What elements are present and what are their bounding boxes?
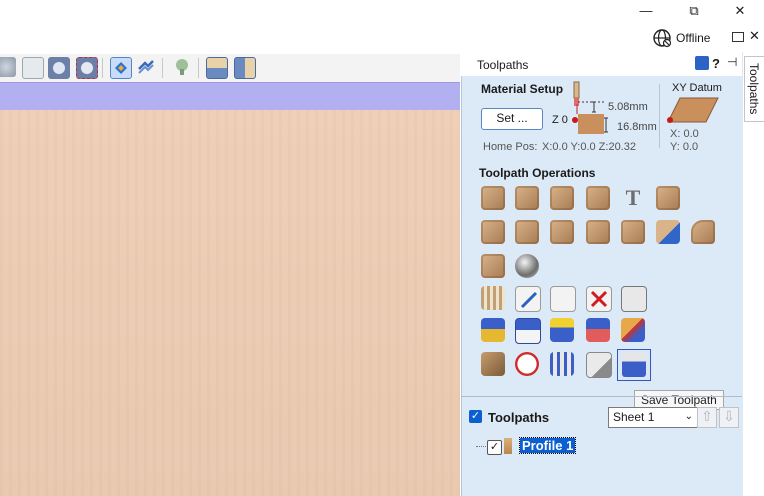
pocket-toolpath-icon[interactable] [515, 186, 539, 210]
material-divider [659, 84, 660, 148]
moulding-toolpath-icon[interactable] [586, 220, 610, 244]
template-open-icon[interactable] [481, 318, 505, 342]
material-set-button[interactable]: Set ... [481, 108, 543, 130]
toolbar-divider [198, 58, 199, 78]
panel-toggle-icon[interactable] [695, 56, 709, 70]
z-zero-label: Z 0 [552, 114, 568, 126]
close-icon: ✕ [734, 3, 746, 18]
view-tab-bar [0, 82, 460, 111]
tree-line [476, 446, 486, 447]
move-down-icon[interactable]: ⇩ [719, 407, 739, 428]
help-icon[interactable]: ? [712, 56, 720, 71]
section-divider [461, 396, 742, 397]
toolpaths-tree: ✓ Profile 1 [466, 432, 742, 496]
tool-bit-icon [504, 438, 512, 454]
tool-database-icon[interactable] [481, 286, 505, 310]
panel-title: Toolpaths [477, 58, 529, 72]
preview-toolpath-icon[interactable] [481, 352, 505, 376]
minimize-icon: — [639, 3, 653, 18]
home-pos-label: Home Pos: [483, 141, 538, 153]
pin-icon[interactable]: ⊣ [727, 55, 737, 69]
xy-datum-diagram[interactable] [666, 96, 722, 126]
pan-icon[interactable] [0, 57, 16, 77]
view-toolbar [0, 54, 460, 82]
title-bar: — ⧉ ✕ [0, 0, 764, 24]
top-thickness-label: 5.08mm [608, 101, 648, 113]
view-toolpaths-icon[interactable] [110, 57, 132, 79]
chamfer-toolpath-icon[interactable] [481, 220, 505, 244]
calculator-icon[interactable] [621, 286, 647, 312]
3d-view-icon[interactable] [234, 57, 256, 79]
save-toolpath-button[interactable] [617, 349, 651, 381]
toolpaths-list-title: Toolpaths [488, 410, 550, 425]
chevron-down-icon: ⌄ [684, 411, 693, 422]
minimize-button[interactable]: — [624, 0, 668, 22]
sheet-select-value: Sheet 1 [613, 410, 655, 424]
close-button[interactable]: ✕ [718, 0, 762, 22]
restore-icon: ⧉ [689, 3, 699, 18]
merge-toolpaths-icon[interactable] [550, 286, 576, 312]
zoom-fit-icon[interactable] [48, 57, 70, 79]
save-toolpath-icon [622, 353, 646, 377]
profile-toolpath-icon[interactable] [481, 186, 505, 210]
toolpath-summary-icon[interactable] [550, 352, 574, 376]
material-canvas[interactable] [0, 110, 460, 496]
connection-status[interactable]: Offline [676, 31, 710, 45]
template-save-icon[interactable] [515, 318, 541, 344]
recalculate-icon[interactable] [621, 318, 645, 342]
texture-toolpath-icon[interactable] [550, 220, 574, 244]
move-up-icon[interactable]: ⇧ [697, 407, 717, 428]
status-row: Offline ✕ [0, 24, 764, 52]
profile-checkbox[interactable]: ✓ [487, 440, 502, 455]
globe-icon [652, 28, 672, 48]
edit-toolpath-icon[interactable] [515, 286, 541, 312]
prism-carve-toolpath-icon[interactable] [621, 220, 645, 244]
sheet-select[interactable]: Sheet 1 ⌄ [608, 407, 698, 428]
shading-icon[interactable] [172, 57, 192, 77]
finishing-3d-toolpath-icon[interactable] [691, 220, 715, 244]
xy-datum-y: Y: 0.0 [670, 141, 699, 153]
side-tab-toolpaths[interactable]: Toolpaths [744, 56, 764, 122]
toolpath-settings-icon[interactable] [586, 352, 612, 378]
template-delete-icon[interactable] [586, 318, 610, 342]
restore-pane-icon[interactable] [732, 32, 744, 42]
zoom-selection-icon[interactable] [76, 57, 98, 79]
material-diagram [572, 80, 612, 136]
close-pane-icon[interactable]: ✕ [749, 28, 760, 44]
time-estimate-icon[interactable] [515, 352, 539, 376]
toolbar-divider [162, 58, 163, 78]
material-setup-title: Material Setup [481, 82, 564, 96]
toolbar-divider [102, 58, 103, 78]
fluting-toolpath-icon[interactable] [515, 220, 539, 244]
3d-profile-toolpath-icon[interactable] [481, 254, 505, 278]
xy-datum-title: XY Datum [672, 82, 722, 94]
roughing-3d-toolpath-icon[interactable] [656, 220, 680, 244]
toolpaths-panel-header: Toolpaths ? ⊣ [461, 52, 742, 76]
xy-datum-x: X: 0.0 [670, 128, 699, 140]
drilling-toolpath-icon[interactable] [550, 186, 574, 210]
bottom-thickness-label: 16.8mm [617, 121, 657, 133]
zoom-box-icon[interactable] [22, 57, 44, 79]
prism-toolpath-icon[interactable] [656, 186, 680, 210]
delete-toolpath-icon[interactable] [586, 286, 612, 312]
side-tab-label: Toolpaths [747, 63, 761, 115]
maximize-button[interactable]: ⧉ [672, 0, 716, 22]
inlay-toolpath-icon[interactable] [586, 186, 610, 210]
toolpath-operations-title: Toolpath Operations [479, 166, 596, 180]
template-load-icon[interactable] [550, 318, 574, 342]
home-pos-value: X:0.0 Y:0.0 Z:20.32 [542, 141, 636, 153]
toolpath-item-label[interactable]: Profile 1 [518, 437, 577, 454]
toggle-toolpath-icon[interactable] [136, 57, 156, 77]
v-carve-toolpath-icon[interactable]: T [621, 186, 645, 210]
2d-view-icon[interactable] [206, 57, 228, 79]
3d-finish-ball-icon[interactable] [515, 254, 539, 278]
toolpaths-visibility-checkbox[interactable]: ✓ [469, 410, 482, 423]
